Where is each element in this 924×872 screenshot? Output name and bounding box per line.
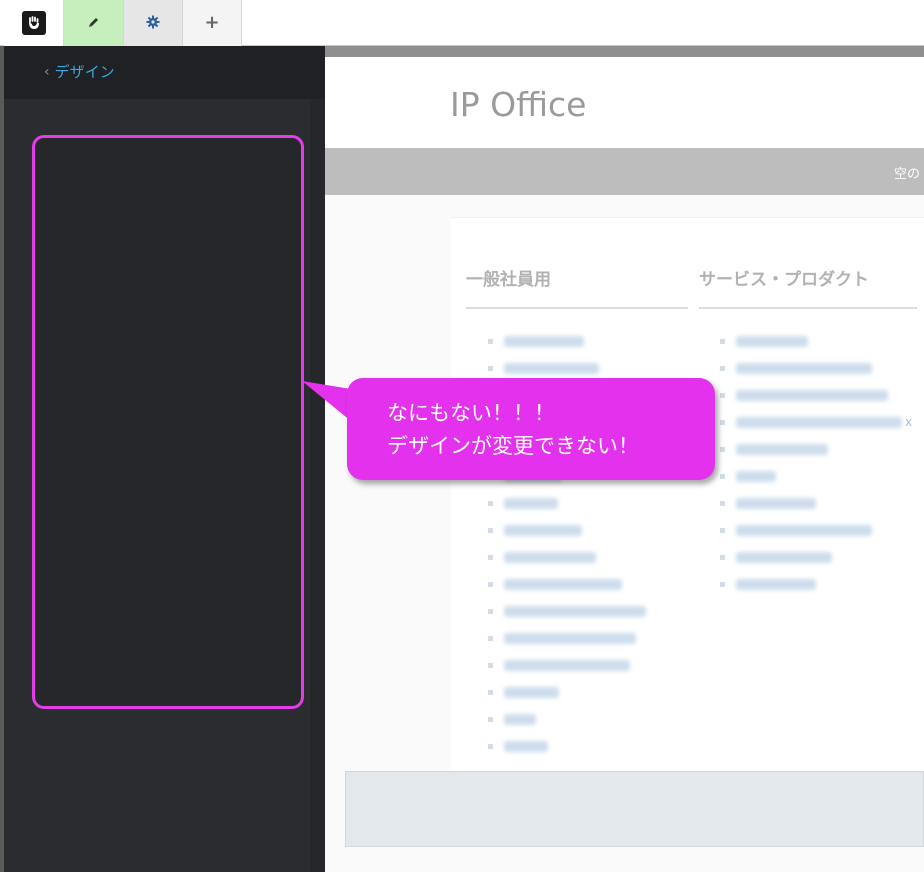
list-item[interactable]: [720, 355, 902, 382]
site-header: IP Office: [325, 57, 924, 148]
logo-button[interactable]: [4, 0, 64, 46]
add-content-button[interactable]: +: [183, 0, 242, 46]
list-item[interactable]: [488, 706, 646, 733]
list-item[interactable]: [720, 517, 902, 544]
back-to-design-link[interactable]: ‹ デザイン: [44, 61, 115, 82]
stray-mark: x: [905, 415, 913, 429]
list-item[interactable]: [488, 517, 646, 544]
panel-scroll-track: [310, 99, 325, 872]
list-item[interactable]: [720, 463, 902, 490]
pencil-icon: [87, 14, 100, 33]
column-heading-services: サービス・プロダクト: [699, 270, 869, 290]
design-panel: ‹ デザイン: [4, 46, 325, 872]
list-item[interactable]: [488, 679, 646, 706]
list-item[interactable]: [488, 490, 646, 517]
column-divider: [466, 307, 688, 309]
list-item[interactable]: [488, 652, 646, 679]
list-item[interactable]: [720, 382, 902, 409]
gear-icon: [146, 14, 160, 33]
column-divider: [699, 307, 917, 309]
site-title[interactable]: IP Office: [450, 85, 586, 124]
callout-text: なにもない！！！ デザインが変更できない！: [387, 397, 639, 463]
callout-line-1: なにもない！！！: [387, 401, 555, 425]
list-item[interactable]: [488, 544, 646, 571]
list-item[interactable]: [720, 328, 902, 355]
list-item[interactable]: [488, 598, 646, 625]
concrete5-logo-icon: [21, 11, 46, 35]
empty-area-label: 空の: [893, 167, 920, 182]
annotation-callout: なにもない！！！ デザインが変更できない！: [347, 378, 715, 480]
list-item[interactable]: [720, 544, 902, 571]
edit-mode-button[interactable]: [64, 0, 124, 46]
plus-icon: +: [204, 12, 220, 33]
page-settings-button[interactable]: [124, 0, 183, 46]
empty-area-bar[interactable]: 空の: [325, 148, 924, 195]
edit-toolbar: +: [0, 0, 924, 46]
preview-top-strip: [325, 46, 924, 57]
list-item[interactable]: [720, 490, 902, 517]
column-heading-staff: 一般社員用: [466, 270, 551, 290]
list-item[interactable]: [488, 571, 646, 598]
services-link-list: [720, 328, 902, 598]
back-link-label: デザイン: [54, 63, 115, 81]
empty-panel-highlight: [32, 135, 304, 709]
footer-area[interactable]: [345, 771, 924, 847]
list-item[interactable]: [720, 571, 902, 598]
list-item[interactable]: [488, 733, 646, 760]
panel-header: ‹ デザイン: [4, 46, 325, 99]
list-item[interactable]: [720, 409, 902, 436]
list-item[interactable]: [720, 436, 902, 463]
list-item[interactable]: [488, 328, 646, 355]
list-item[interactable]: [488, 625, 646, 652]
callout-line-2: デザインが変更できない！: [387, 434, 639, 458]
chevron-left-icon: ‹: [44, 63, 50, 80]
